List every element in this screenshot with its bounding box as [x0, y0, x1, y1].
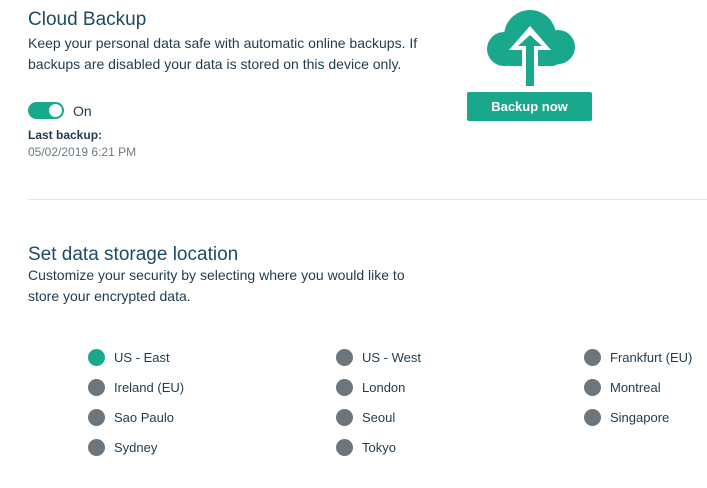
location-option-us-east[interactable]: US - East	[88, 347, 170, 367]
location-option-seoul[interactable]: Seoul	[336, 407, 395, 427]
location-label: Sao Paulo	[114, 409, 174, 425]
location-label: Ireland (EU)	[114, 379, 185, 395]
location-option-singapore[interactable]: Singapore	[584, 407, 669, 427]
radio-unselected-icon	[336, 378, 353, 396]
radio-unselected-icon	[88, 378, 105, 396]
last-backup-label: Last backup:	[28, 128, 103, 142]
location-option-montreal[interactable]: Montreal	[584, 377, 661, 397]
location-label: Singapore	[610, 409, 670, 425]
location-label: US - West	[362, 349, 421, 365]
location-label: London	[362, 379, 406, 395]
radio-unselected-icon	[584, 348, 601, 366]
radio-selected-icon	[88, 348, 105, 366]
location-option-london[interactable]: London	[336, 377, 405, 397]
backup-toggle[interactable]	[28, 102, 64, 119]
radio-unselected-icon	[584, 408, 601, 426]
storage-location-description: Customize your security by selecting whe…	[28, 267, 405, 304]
location-option-us-west[interactable]: US - West	[336, 347, 421, 367]
cloud-upload-icon	[482, 6, 578, 86]
location-label: Montreal	[610, 379, 661, 395]
radio-unselected-icon	[336, 348, 353, 366]
radio-unselected-icon	[336, 408, 353, 426]
storage-location-title: Set data storage location	[28, 244, 239, 265]
location-option-ireland[interactable]: Ireland (EU)	[88, 377, 184, 397]
location-option-frankfurt[interactable]: Frankfurt (EU)	[584, 347, 692, 367]
cloud-backup-description: Keep your personal data safe with automa…	[28, 35, 418, 72]
backup-now-button[interactable]: Backup now	[467, 92, 592, 121]
radio-unselected-icon	[584, 378, 601, 396]
location-option-tokyo[interactable]: Tokyo	[336, 437, 396, 457]
radio-unselected-icon	[88, 438, 105, 456]
toggle-state-label: On	[73, 103, 92, 119]
location-label: Tokyo	[362, 439, 396, 455]
last-backup-value: 05/02/2019 6:21 PM	[28, 145, 137, 159]
location-option-sao-paulo[interactable]: Sao Paulo	[88, 407, 174, 427]
location-option-sydney[interactable]: Sydney	[88, 437, 157, 457]
location-label: Sydney	[114, 439, 158, 455]
toggle-knob	[49, 104, 62, 117]
radio-unselected-icon	[336, 438, 353, 456]
cloud-backup-title: Cloud Backup	[28, 9, 147, 30]
radio-unselected-icon	[88, 408, 105, 426]
section-divider	[28, 199, 707, 200]
location-label: US - East	[114, 349, 170, 365]
location-label: Frankfurt (EU)	[610, 349, 693, 365]
location-label: Seoul	[362, 409, 396, 425]
